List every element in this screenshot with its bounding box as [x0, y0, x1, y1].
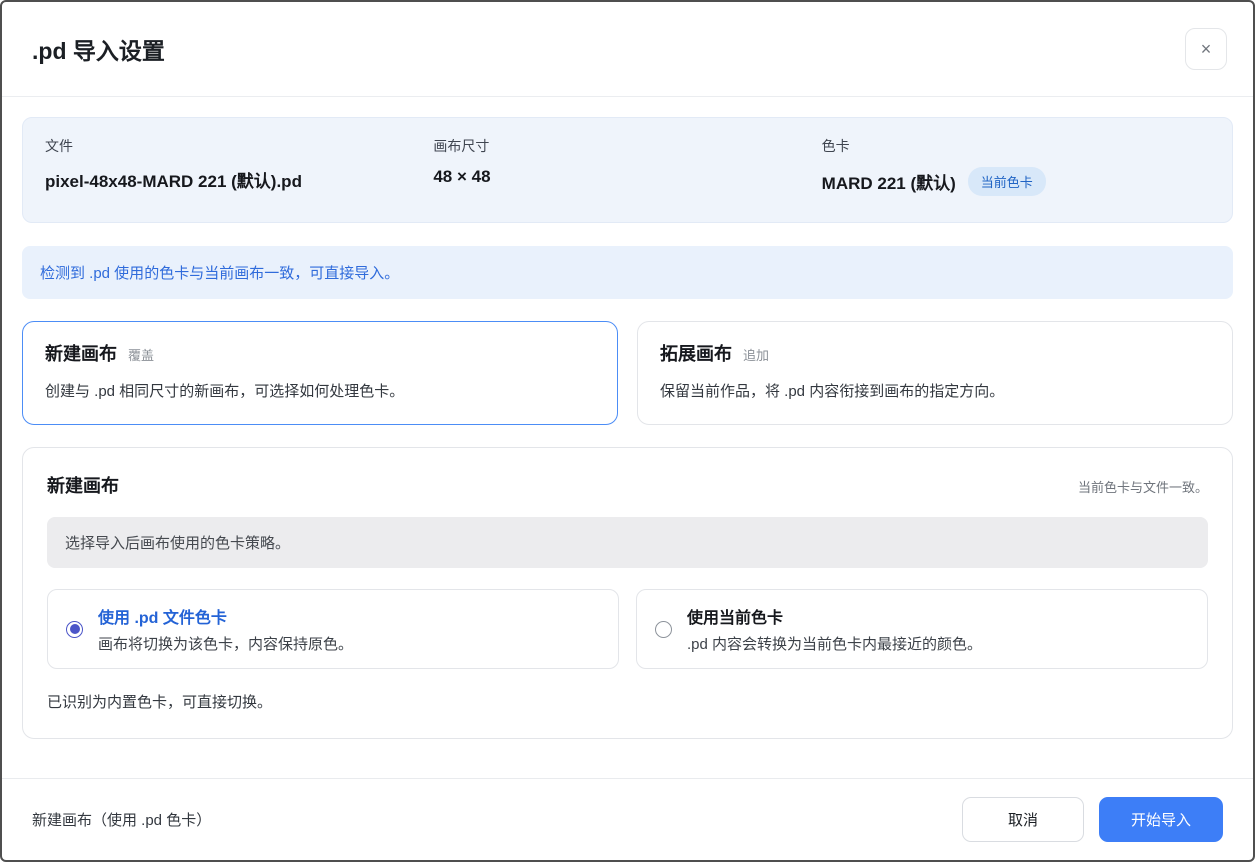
option-use-current-palette-desc: .pd 内容会转换为当前色卡内最接近的颜色。 — [687, 633, 982, 654]
palette-strategy-hint: 选择导入后画布使用的色卡策略。 — [47, 517, 1208, 568]
radio-unchecked-icon[interactable] — [655, 621, 672, 638]
mode-expand-canvas-title: 拓展画布 — [660, 340, 732, 366]
mode-new-canvas-desc: 创建与 .pd 相同尺寸的新画布，可选择如何处理色卡。 — [45, 380, 595, 401]
option-use-pd-palette-title: 使用 .pd 文件色卡 — [98, 604, 353, 628]
mode-expand-canvas-tag: 追加 — [743, 345, 769, 364]
mode-card-new-canvas[interactable]: 新建画布 覆盖 创建与 .pd 相同尺寸的新画布，可选择如何处理色卡。 — [22, 321, 618, 425]
file-info-canvas-size: 画布尺寸 48 × 48 — [433, 136, 821, 196]
mode-new-canvas-tag: 覆盖 — [128, 345, 154, 364]
option-use-pd-palette[interactable]: 使用 .pd 文件色卡 画布将切换为该色卡，内容保持原色。 — [47, 589, 619, 669]
start-import-button[interactable]: 开始导入 — [1099, 797, 1223, 842]
file-info-panel: 文件 pixel-48x48-MARD 221 (默认).pd 画布尺寸 48 … — [22, 117, 1233, 223]
dialog-footer: 新建画布（使用 .pd 色卡） 取消 开始导入 — [2, 778, 1253, 860]
close-icon: × — [1201, 40, 1212, 58]
file-info-file: 文件 pixel-48x48-MARD 221 (默认).pd — [45, 136, 433, 196]
selection-summary: 新建画布（使用 .pd 色卡） — [32, 809, 211, 830]
palette-value: MARD 221 (默认) — [822, 169, 956, 194]
cancel-button[interactable]: 取消 — [962, 797, 1084, 842]
pd-import-dialog: .pd 导入设置 × 文件 pixel-48x48-MARD 221 (默认).… — [0, 0, 1255, 862]
new-canvas-settings-panel: 新建画布 当前色卡与文件一致。 选择导入后画布使用的色卡策略。 使用 .pd 文… — [22, 447, 1233, 739]
option-use-pd-palette-desc: 画布将切换为该色卡，内容保持原色。 — [98, 633, 353, 654]
mode-card-expand-canvas[interactable]: 拓展画布 追加 保留当前作品，将 .pd 内容衔接到画布的指定方向。 — [637, 321, 1233, 425]
mode-expand-canvas-desc: 保留当前作品，将 .pd 内容衔接到画布的指定方向。 — [660, 380, 1210, 401]
import-mode-row: 新建画布 覆盖 创建与 .pd 相同尺寸的新画布，可选择如何处理色卡。 拓展画布… — [22, 321, 1233, 425]
dialog-header: .pd 导入设置 × — [2, 2, 1253, 97]
panel-title: 新建画布 — [47, 472, 119, 498]
dialog-content: 文件 pixel-48x48-MARD 221 (默认).pd 画布尺寸 48 … — [2, 97, 1253, 778]
file-info-palette: 色卡 MARD 221 (默认) 当前色卡 — [822, 136, 1210, 196]
palette-match-notice: 检测到 .pd 使用的色卡与当前画布一致，可直接导入。 — [22, 246, 1233, 299]
dialog-title: .pd 导入设置 — [32, 32, 165, 66]
option-use-current-palette-title: 使用当前色卡 — [687, 604, 982, 628]
palette-match-status: 当前色卡与文件一致。 — [1078, 477, 1208, 496]
palette-label: 色卡 — [822, 136, 1210, 156]
mode-new-canvas-title: 新建画布 — [45, 340, 117, 366]
canvas-size-value: 48 × 48 — [433, 167, 821, 187]
canvas-size-label: 画布尺寸 — [433, 136, 821, 156]
file-label: 文件 — [45, 136, 433, 156]
close-button[interactable]: × — [1185, 28, 1227, 70]
palette-option-row: 使用 .pd 文件色卡 画布将切换为该色卡，内容保持原色。 使用当前色卡 .pd… — [47, 589, 1208, 669]
radio-checked-icon[interactable] — [66, 621, 83, 638]
builtin-palette-footnote: 已识别为内置色卡，可直接切换。 — [47, 691, 1208, 712]
current-palette-badge: 当前色卡 — [968, 167, 1046, 196]
file-value: pixel-48x48-MARD 221 (默认).pd — [45, 167, 433, 192]
option-use-current-palette[interactable]: 使用当前色卡 .pd 内容会转换为当前色卡内最接近的颜色。 — [636, 589, 1208, 669]
